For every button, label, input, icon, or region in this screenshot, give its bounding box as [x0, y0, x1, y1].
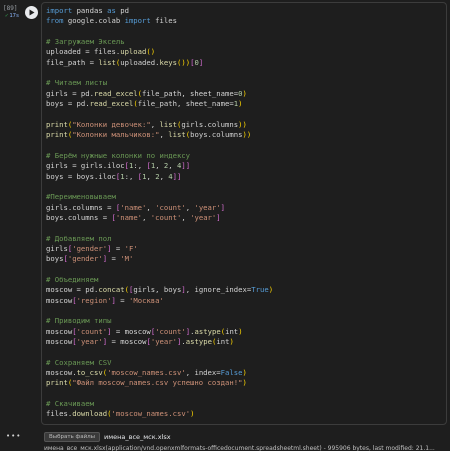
code-line[interactable]: # Приводим типы — [46, 316, 444, 326]
code-line[interactable]: # Объединяем — [46, 275, 444, 285]
code-line[interactable] — [46, 109, 444, 119]
code-line[interactable]: girls['gender'] = 'F' — [46, 244, 444, 254]
code-line[interactable]: uploaded = files.upload() — [46, 47, 444, 57]
code-line[interactable]: print("Колонки мальчиков:", list(boys.co… — [46, 130, 444, 140]
play-icon — [29, 9, 35, 16]
run-cell-button[interactable] — [25, 6, 38, 19]
code-line[interactable]: files.download('moscow_names.csv') — [46, 409, 444, 419]
code-line[interactable] — [46, 306, 444, 316]
code-line[interactable] — [46, 140, 444, 150]
uploaded-file-info: имена_все_мск.xlsx(application/vnd.openx… — [44, 445, 435, 451]
code-editor[interactable]: import pandas as pd from google.colab imp… — [46, 6, 444, 440]
uploaded-file-name: имена_все_мск.xlsx — [104, 433, 171, 441]
code-line[interactable] — [46, 347, 444, 357]
code-line[interactable]: boys = pd.read_excel(file_path, sheet_na… — [46, 99, 444, 109]
code-line[interactable]: moscow['count'] = moscow['count'].astype… — [46, 327, 444, 337]
code-line[interactable]: # Берём нужные колонки по индексу — [46, 151, 444, 161]
code-line[interactable]: import pandas as pd — [46, 6, 444, 16]
code-line[interactable]: girls = pd.read_excel(file_path, sheet_n… — [46, 89, 444, 99]
execution-time: ✓17s — [5, 13, 19, 20]
code-line[interactable]: print("Файл moscow_names.csv успешно соз… — [46, 378, 444, 388]
choose-files-button[interactable]: Выбрать файлы — [49, 434, 95, 440]
code-line[interactable]: boys['gender'] = 'M' — [46, 254, 444, 264]
code-line[interactable]: moscow.to_csv('moscow_names.csv', index=… — [46, 368, 444, 378]
execution-time-label: 17s — [9, 13, 20, 19]
code-line[interactable]: boys = boys.iloc[1:, [1, 2, 4]] — [46, 172, 444, 182]
code-line[interactable]: #Переименовываем — [46, 192, 444, 202]
cell-gutter: [89] ✓17s — [0, 0, 22, 451]
code-line[interactable]: # Читаем листы — [46, 78, 444, 88]
code-line[interactable] — [46, 182, 444, 192]
code-line[interactable] — [46, 68, 444, 78]
code-line[interactable]: # Загружаем Эксель — [46, 37, 444, 47]
code-line[interactable]: girls = girls.iloc[1:, [1, 2, 4]] — [46, 161, 444, 171]
execution-count: [89] — [3, 5, 18, 12]
code-line[interactable]: girls.columns = ['name', 'count', 'year'… — [46, 203, 444, 213]
code-line[interactable]: file_path = list(uploaded.keys())[0] — [46, 58, 444, 68]
code-line[interactable]: # Добавляем пол — [46, 234, 444, 244]
code-line[interactable] — [46, 389, 444, 399]
file-upload-widget[interactable]: Выбрать файлы — [44, 432, 100, 442]
code-line[interactable]: from google.colab import files — [46, 16, 444, 26]
code-line[interactable] — [46, 265, 444, 275]
code-line[interactable]: # Сохраняем CSV — [46, 358, 444, 368]
code-line[interactable]: # Скачиваем — [46, 399, 444, 409]
code-line[interactable]: moscow['region'] = 'Москва' — [46, 296, 444, 306]
check-icon: ✓ — [5, 13, 9, 19]
code-line[interactable] — [46, 223, 444, 233]
output-menu-icon[interactable]: ••• — [6, 432, 21, 440]
code-line[interactable]: moscow['year'] = moscow['year'].astype(i… — [46, 337, 444, 347]
code-line[interactable]: print("Колонки девочек:", list(girls.col… — [46, 120, 444, 130]
code-line[interactable]: moscow = pd.concat([girls, boys], ignore… — [46, 285, 444, 295]
code-line[interactable]: boys.columns = ['name', 'count', 'year'] — [46, 213, 444, 223]
code-line[interactable] — [46, 27, 444, 37]
